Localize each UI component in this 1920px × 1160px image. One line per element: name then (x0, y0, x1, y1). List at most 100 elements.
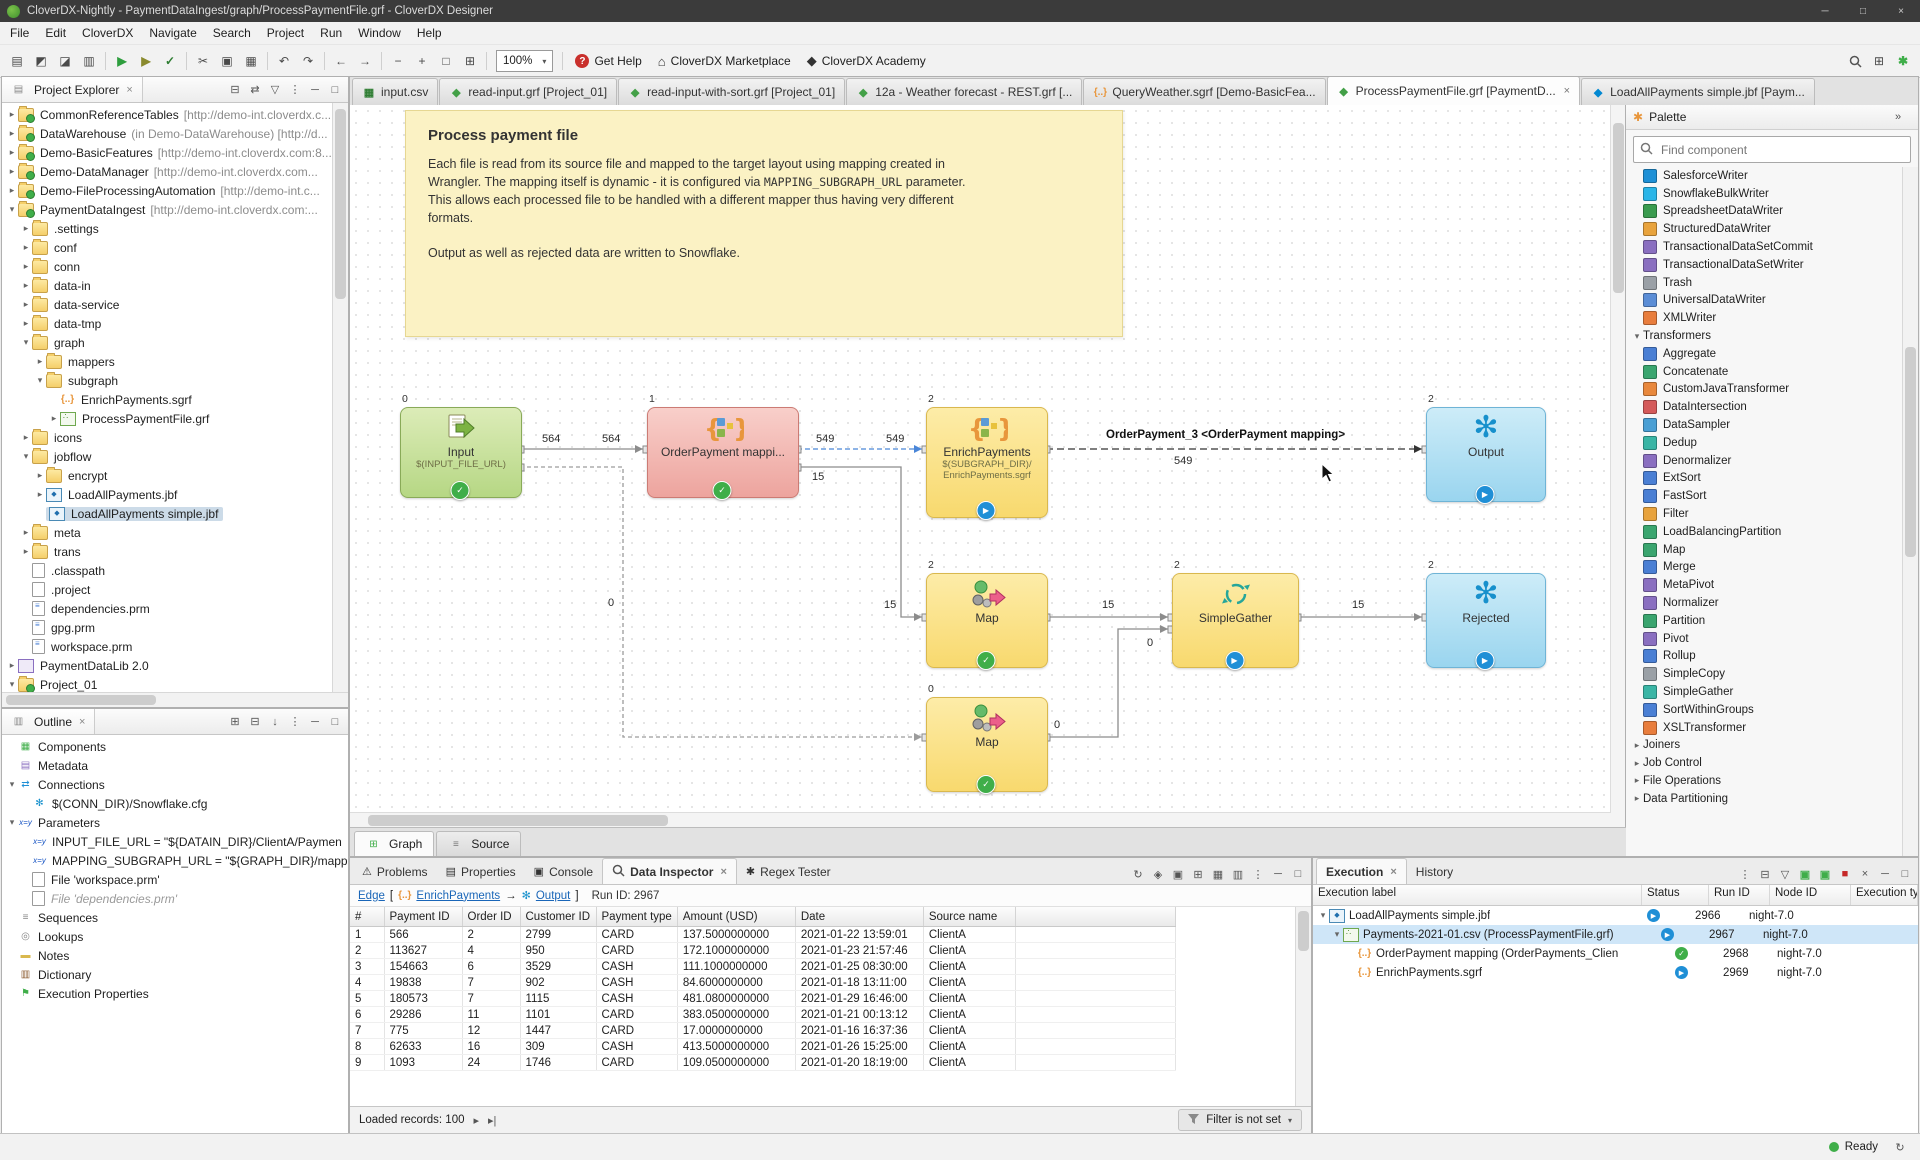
expand-caret-icon[interactable]: ▸ (34, 356, 46, 367)
table-vscrollbar[interactable] (1295, 907, 1311, 1106)
tab-graph[interactable]: ⊞Graph (354, 831, 434, 856)
tree-item-project-01[interactable]: ▾Project_01 (2, 675, 348, 692)
collapse-caret-icon[interactable]: ▾ (6, 817, 18, 828)
data-row[interactable]: 518057371115CASH481.08000000002021-01-29… (350, 991, 1175, 1007)
palette-item-metapivot[interactable]: MetaPivot (1626, 576, 1918, 594)
validate-graph-icon[interactable]: ✓ (159, 50, 181, 72)
collapse-caret-icon[interactable]: ▾ (20, 451, 32, 462)
tree-item-lookups[interactable]: ◎Lookups (2, 927, 348, 946)
expand-caret-icon[interactable]: ▸ (20, 223, 32, 234)
tree-item-mappers[interactable]: ▸mappers (2, 352, 348, 371)
expand-caret-icon[interactable]: ▸ (20, 242, 32, 253)
menu-edit[interactable]: Edit (37, 23, 74, 43)
forward-icon[interactable]: → (354, 50, 376, 72)
component-simplegather[interactable]: 2SimpleGather▶ (1172, 573, 1297, 661)
tree-item-conn-dir-snowflake-cfg[interactable]: ✻$(CONN_DIR)/Snowflake.cfg (2, 794, 348, 813)
expand-caret-icon[interactable]: ▸ (48, 413, 60, 424)
tree-item-paymentdatalib-2-0[interactable]: ▸PaymentDataLib 2.0 (2, 656, 348, 675)
close-view-icon[interactable]: × (79, 716, 85, 728)
print-icon[interactable]: ▥ (78, 50, 100, 72)
project-tree-vscrollbar[interactable] (332, 103, 348, 692)
expand-caret-icon[interactable]: ▸ (20, 432, 32, 443)
expand-caret-icon[interactable]: ▸ (20, 280, 32, 291)
column-header-execution-label[interactable]: Execution label (1313, 885, 1642, 905)
tree-item-commonreferencetables[interactable]: ▸CommonReferenceTables[http://demo-int.c… (2, 105, 348, 124)
collapse-all-icon[interactable]: ⊟ (1755, 864, 1775, 884)
refresh-icon[interactable]: ↻ (1128, 864, 1148, 884)
tree-item-metadata[interactable]: ▤Metadata (2, 756, 348, 775)
expand-caret-icon[interactable]: ▸ (20, 527, 32, 538)
zoom-fit-icon[interactable]: □ (435, 50, 457, 72)
palette-category-transformers[interactable]: ▾Transformers (1626, 327, 1918, 345)
sort-icon[interactable]: ↓ (265, 712, 285, 732)
tree-item-encrypt[interactable]: ▸encrypt (2, 466, 348, 485)
execution-row-loadallpayments-simple-jbf[interactable]: ▾◆LoadAllPayments simple.jbf▶2966night-7… (1313, 906, 1918, 925)
column-header-node-id[interactable]: Node ID (1770, 885, 1851, 905)
server1-icon[interactable]: ▣ (1795, 864, 1815, 884)
save-all-icon[interactable]: ◪ (54, 50, 76, 72)
palette-search[interactable] (1633, 136, 1911, 163)
edge-7[interactable] (520, 467, 926, 737)
column-header-amount-usd[interactable]: Amount (USD) (677, 907, 795, 927)
lock-icon[interactable]: ▣ (1168, 864, 1188, 884)
execution-row-payments-2021-01-csv-processpaymentfile-grf[interactable]: ▾Payments-2021-01.csv (ProcessPaymentFil… (1313, 925, 1918, 944)
tree-item-processpaymentfile-grf[interactable]: ▸ProcessPaymentFile.grf (2, 409, 348, 428)
column-header-payment-id[interactable]: Payment ID (384, 907, 462, 927)
view-menu-icon[interactable]: ⋮ (1735, 864, 1755, 884)
project-tree-hscrollbar[interactable] (2, 692, 348, 707)
tree-item-connections[interactable]: ▾⇄Connections (2, 775, 348, 794)
academy-button[interactable]: ◆CloverDX Academy (799, 53, 934, 69)
collapse-caret-icon[interactable]: ▾ (20, 337, 32, 348)
breadcrumb-source-link[interactable]: EnrichPayments (416, 890, 500, 902)
collapse-all-icon[interactable]: ⊟ (245, 712, 265, 732)
tree-item-jobflow[interactable]: ▾jobflow (2, 447, 348, 466)
debug-graph-icon[interactable]: ▶ (135, 50, 157, 72)
marketplace-button[interactable]: ⌂CloverDX Marketplace (650, 54, 799, 69)
palette-item-trash[interactable]: Trash (1626, 274, 1918, 292)
tree-item-graph[interactable]: ▾graph (2, 333, 348, 352)
palette-category-file-operations[interactable]: ▸File Operations (1626, 772, 1918, 790)
minimize-icon[interactable]: ─ (1875, 864, 1895, 884)
find-component-input[interactable] (1659, 142, 1904, 158)
tree-item-settings[interactable]: ▸.settings (2, 219, 348, 238)
palette-item-partition[interactable]: Partition (1626, 612, 1918, 630)
component-input[interactable]: 0Input$(INPUT_FILE_URL)✓ (400, 407, 520, 491)
tree-item-trans[interactable]: ▸trans (2, 542, 348, 561)
tree-item-enrichpayments-sgrf[interactable]: {..}EnrichPayments.sgrf (2, 390, 348, 409)
save-icon[interactable]: ◩ (30, 50, 52, 72)
close-view-icon[interactable]: × (126, 84, 132, 96)
expand-caret-icon[interactable]: ▸ (6, 166, 18, 177)
filter-icon[interactable]: ▽ (265, 80, 285, 100)
palette-item-transactionaldatasetwriter[interactable]: TransactionalDataSetWriter (1626, 256, 1918, 274)
palette-category-joiners[interactable]: ▸Joiners (1626, 737, 1918, 755)
breadcrumb-edge-link[interactable]: Edge (358, 890, 385, 902)
expand-caret-icon[interactable]: ▸ (34, 489, 46, 500)
palette-item-snowflakebulkwriter[interactable]: SnowflakeBulkWriter (1626, 185, 1918, 203)
column-header-source-name[interactable]: Source name (923, 907, 1015, 927)
collapse-caret-icon[interactable]: ▾ (34, 375, 46, 386)
component-map-1[interactable]: 2Map✓ (926, 573, 1046, 661)
expand-caret-icon[interactable]: ▸ (6, 109, 18, 120)
zoom-out-icon[interactable]: − (387, 50, 409, 72)
data-row[interactable]: 91093241746CARD109.05000000002021-01-20 … (350, 1055, 1175, 1071)
server2-icon[interactable]: ▣ (1815, 864, 1835, 884)
editor-tab-processpaymentfile-grf-paymentd[interactable]: ◆ProcessPaymentFile.grf [PaymentD...× (1327, 76, 1581, 105)
collapse-caret-icon[interactable]: ▾ (1317, 910, 1329, 921)
new-file-icon[interactable]: ▤ (6, 50, 28, 72)
collapse-all-icon[interactable]: ⊟ (225, 80, 245, 100)
editor-tab-12a-weather-forecast-rest-grf[interactable]: ◆12a - Weather forecast - REST.grf [... (846, 78, 1082, 105)
data-row[interactable]: 21136274950CARD172.10000000002021-01-23 … (350, 943, 1175, 959)
palette-item-map[interactable]: Map (1626, 541, 1918, 559)
tree-item-input-file-url-datain-dir-clienta-paymen[interactable]: x=yINPUT_FILE_URL = "${DATAIN_DIR}/Clien… (2, 832, 348, 851)
palette-item-pivot[interactable]: Pivot (1626, 630, 1918, 648)
redo-icon[interactable]: ↷ (297, 50, 319, 72)
close-window-button[interactable]: × (1882, 0, 1920, 22)
open-perspective-icon[interactable]: ⊞ (1868, 50, 1890, 72)
last-page-icon[interactable]: ▸| (488, 1114, 496, 1127)
view-menu-icon[interactable]: ⋮ (285, 80, 305, 100)
palette-item-transactionaldatasetcommit[interactable]: TransactionalDataSetCommit (1626, 238, 1918, 256)
tree-item-classpath[interactable]: .classpath (2, 561, 348, 580)
palette-vscrollbar[interactable] (1902, 167, 1918, 856)
component-output[interactable]: 2✻Output▶ (1426, 407, 1544, 495)
palette-item-aggregate[interactable]: Aggregate (1626, 345, 1918, 363)
